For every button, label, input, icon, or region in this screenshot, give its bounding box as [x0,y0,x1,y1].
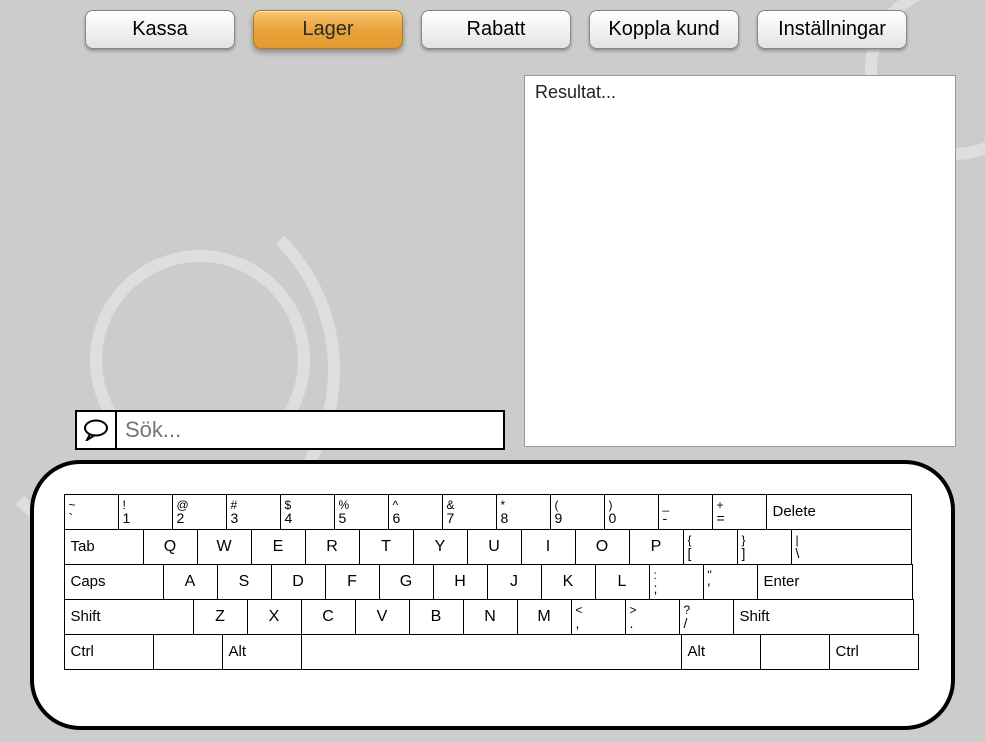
key-6[interactable]: ^6 [388,494,443,530]
key-5[interactable]: %5 [334,494,389,530]
key-r[interactable]: R [305,529,360,565]
key-blank[interactable] [153,634,223,670]
key-[[interactable]: {[ [683,529,738,565]
key-shift-right[interactable]: Shift [733,599,914,635]
key-c[interactable]: C [301,599,356,635]
key-ctrl-left[interactable]: Ctrl [64,634,154,670]
key-\[interactable]: |\ [791,529,912,565]
key-x[interactable]: X [247,599,302,635]
on-screen-keyboard: ~`!1@2#3$4%5^6&7*8(9)0_-+=Delete TabQWERT… [30,460,955,730]
top-nav: Kassa Lager Rabatt Koppla kund Inställni… [85,10,907,49]
key-'[interactable]: "' [703,564,758,600]
key-l[interactable]: L [595,564,650,600]
key-4[interactable]: $4 [280,494,335,530]
key-ctrl-right[interactable]: Ctrl [829,634,919,670]
key-=[interactable]: += [712,494,767,530]
key-3[interactable]: #3 [226,494,281,530]
key-2[interactable]: @2 [172,494,227,530]
key-n[interactable]: N [463,599,518,635]
key-t[interactable]: T [359,529,414,565]
key-o[interactable]: O [575,529,630,565]
key--[interactable]: _- [658,494,713,530]
key-space[interactable] [301,634,682,670]
key-caps[interactable]: Caps [64,564,164,600]
key-shift-left[interactable]: Shift [64,599,194,635]
key-i[interactable]: I [521,529,576,565]
key-h[interactable]: H [433,564,488,600]
key-blank[interactable] [760,634,830,670]
key-q[interactable]: Q [143,529,198,565]
nav-installningar-button[interactable]: Inställningar [757,10,907,49]
key-b[interactable]: B [409,599,464,635]
key-;[interactable]: :; [649,564,704,600]
key-w[interactable]: W [197,529,252,565]
key-e[interactable]: E [251,529,306,565]
key-z[interactable]: Z [193,599,248,635]
key-d[interactable]: D [271,564,326,600]
key-m[interactable]: M [517,599,572,635]
key-f[interactable]: F [325,564,380,600]
speech-bubble-icon [77,412,117,448]
key-a[interactable]: A [163,564,218,600]
results-panel: Resultat... [524,75,956,447]
key-8[interactable]: *8 [496,494,551,530]
search-box [75,410,505,450]
key-tab[interactable]: Tab [64,529,144,565]
key-g[interactable]: G [379,564,434,600]
key-9[interactable]: (9 [550,494,605,530]
key-7[interactable]: &7 [442,494,497,530]
nav-koppla-kund-button[interactable]: Koppla kund [589,10,739,49]
key-delete[interactable]: Delete [766,494,912,530]
nav-kassa-button[interactable]: Kassa [85,10,235,49]
key-1[interactable]: !1 [118,494,173,530]
key-k[interactable]: K [541,564,596,600]
key-p[interactable]: P [629,529,684,565]
key-alt-left[interactable]: Alt [222,634,302,670]
key-j[interactable]: J [487,564,542,600]
search-input[interactable] [117,412,503,448]
key-,[interactable]: <, [571,599,626,635]
key-/[interactable]: ?/ [679,599,734,635]
key-u[interactable]: U [467,529,522,565]
key-y[interactable]: Y [413,529,468,565]
key-][interactable]: }] [737,529,792,565]
key-.[interactable]: >. [625,599,680,635]
key-0[interactable]: )0 [604,494,659,530]
key-alt-right[interactable]: Alt [681,634,761,670]
results-placeholder: Resultat... [535,82,616,102]
key-s[interactable]: S [217,564,272,600]
nav-rabatt-button[interactable]: Rabatt [421,10,571,49]
key-v[interactable]: V [355,599,410,635]
key-enter[interactable]: Enter [757,564,913,600]
nav-lager-button[interactable]: Lager [253,10,403,49]
key-`[interactable]: ~` [64,494,119,530]
